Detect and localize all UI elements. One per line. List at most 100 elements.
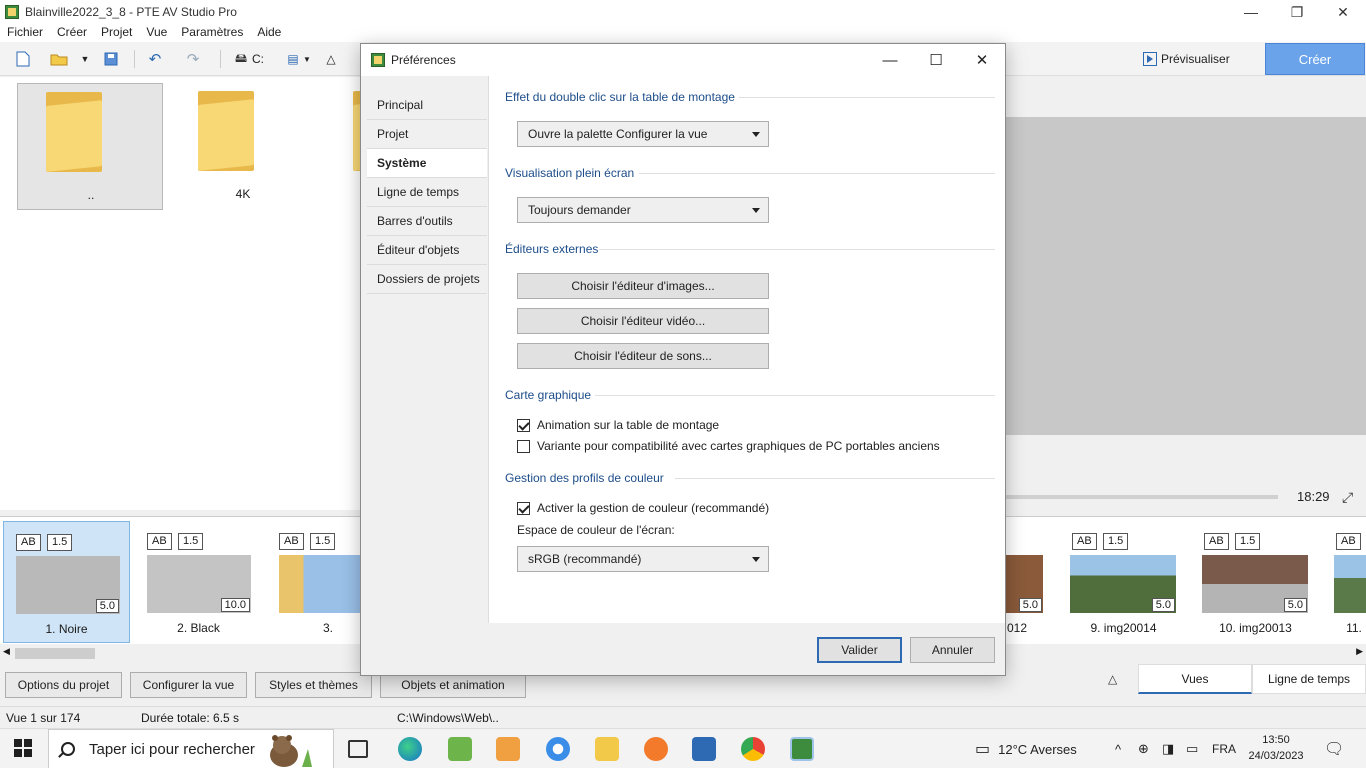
scroll-left-icon[interactable]: ◀: [3, 646, 10, 657]
maximize-button[interactable]: ❐: [1274, 0, 1320, 24]
new-file-icon[interactable]: [14, 50, 32, 68]
slide-item[interactable]: AB 1.5 5.0 1. Noire: [3, 521, 130, 643]
nav-ligne-de-temps[interactable]: Ligne de temps: [367, 178, 487, 207]
minimize-button[interactable]: —: [1228, 0, 1274, 24]
tray-chevron-icon[interactable]: ^: [1115, 729, 1121, 768]
transition-ab-badge[interactable]: AB: [1072, 533, 1097, 550]
animation-checkbox[interactable]: [517, 418, 530, 432]
choose-image-editor-button[interactable]: Choisir l'éditeur d'images...: [517, 273, 769, 299]
open-dropdown-icon[interactable]: ▼: [76, 50, 94, 68]
drive-icon[interactable]: 🖴: [232, 50, 250, 68]
mail-icon[interactable]: [692, 737, 716, 761]
tray-app-icon[interactable]: ◨: [1162, 729, 1174, 768]
animation-checkbox-row[interactable]: Animation sur la table de montage: [517, 418, 719, 432]
transition-duration-badge[interactable]: 1.5: [310, 533, 336, 550]
transition-ab-badge[interactable]: AB: [279, 533, 304, 550]
dialog-close-button[interactable]: ✕: [959, 44, 1005, 76]
folder-4k[interactable]: 4K: [170, 83, 316, 210]
fullscreen-select[interactable]: Toujours demander: [517, 197, 769, 223]
compat-checkbox[interactable]: [517, 439, 530, 453]
transition-duration-badge[interactable]: 1.5: [47, 534, 73, 551]
tab-timeline[interactable]: Ligne de temps: [1252, 664, 1366, 694]
search-highlight-icon: [262, 731, 318, 767]
task-view-icon[interactable]: [348, 740, 368, 758]
weather-widget[interactable]: ▭ 12°C Averses: [975, 729, 1077, 768]
scroll-right-icon[interactable]: ▶: [1356, 646, 1363, 657]
slide-item[interactable]: AB 1.5 5.0 9. img20014: [1060, 521, 1187, 643]
configure-view-button[interactable]: Configurer la vue: [130, 672, 247, 698]
folder-parent[interactable]: ..: [17, 83, 163, 210]
choose-sound-editor-button[interactable]: Choisir l'éditeur de sons...: [517, 343, 769, 369]
media-app-icon[interactable]: [496, 737, 520, 761]
project-options-button[interactable]: Options du projet: [5, 672, 122, 698]
cancel-button[interactable]: Annuler: [910, 637, 995, 663]
redo-icon[interactable]: ↷: [184, 50, 202, 68]
clock[interactable]: 13:50 24/03/2023: [1244, 732, 1308, 764]
transition-duration-badge[interactable]: 1.5: [1103, 533, 1129, 550]
view-mode-dropdown-icon[interactable]: ▼: [298, 50, 316, 68]
pte-app-icon[interactable]: [790, 737, 814, 761]
menu-projet[interactable]: Projet: [94, 24, 139, 42]
color-management-checkbox[interactable]: [517, 501, 530, 515]
scroll-thumb[interactable]: [15, 648, 95, 659]
nav-principal[interactable]: Principal: [367, 91, 487, 120]
color-management-checkbox-row[interactable]: Activer la gestion de couleur (recommand…: [517, 501, 769, 515]
create-button[interactable]: Créer: [1265, 43, 1365, 75]
undo-icon[interactable]: ↶: [146, 50, 164, 68]
nav-barres-outils[interactable]: Barres d'outils: [367, 207, 487, 236]
slide-item[interactable]: AB 1.5 5.0 10. img20013: [1192, 521, 1319, 643]
slide-thumbnail: [1334, 555, 1366, 613]
preview-button[interactable]: Prévisualiser: [1143, 48, 1230, 70]
edge-icon[interactable]: [398, 737, 422, 761]
nav-projet[interactable]: Projet: [367, 120, 487, 149]
network-globe-icon[interactable]: ⊕: [1138, 729, 1149, 768]
ok-button[interactable]: Valider: [817, 637, 902, 663]
menu-vue[interactable]: Vue: [139, 24, 174, 42]
dialog-maximize-button[interactable]: ☐: [913, 44, 959, 76]
color-space-select[interactable]: sRGB (recommandé): [517, 546, 769, 572]
choose-video-editor-button[interactable]: Choisir l'éditeur vidéo...: [517, 308, 769, 334]
collapse-icon[interactable]: △: [1108, 672, 1117, 686]
menu-fichier[interactable]: Fichier: [0, 24, 50, 42]
drive-label[interactable]: C:: [252, 52, 264, 66]
slide-thumbnail: 5.0: [16, 556, 120, 614]
preview-slider[interactable]: [1005, 495, 1278, 499]
nav-dossiers-projets[interactable]: Dossiers de projets: [367, 265, 487, 294]
transition-ab-badge[interactable]: AB: [1336, 533, 1361, 550]
nav-systeme[interactable]: Système: [367, 149, 487, 178]
app-icon-orange[interactable]: [644, 737, 668, 761]
slide-item[interactable]: 5.0 012: [1006, 521, 1056, 643]
slide-item[interactable]: AB 1.5 10.0 2. Black: [135, 521, 262, 643]
transition-duration-badge[interactable]: 1.5: [1235, 533, 1261, 550]
slide-thumbnail: 5.0: [1202, 555, 1308, 613]
menu-aide[interactable]: Aide: [250, 24, 288, 42]
tab-views[interactable]: Vues: [1138, 664, 1252, 694]
open-folder-icon[interactable]: [50, 50, 68, 68]
chrome-icon[interactable]: [741, 737, 765, 761]
double-click-select[interactable]: Ouvre la palette Configurer la vue: [517, 121, 769, 147]
display-icon[interactable]: ▭: [1186, 729, 1198, 768]
app-icon-green[interactable]: [448, 737, 472, 761]
browser-app-icon[interactable]: [546, 737, 570, 761]
fullscreen-icon[interactable]: ⤢: [1342, 489, 1353, 506]
nav-editeur-objets[interactable]: Éditeur d'objets: [367, 236, 487, 265]
transition-ab-badge[interactable]: AB: [16, 534, 41, 551]
save-icon[interactable]: [102, 50, 120, 68]
styles-themes-button[interactable]: Styles et thèmes: [255, 672, 372, 698]
transition-ab-badge[interactable]: AB: [147, 533, 172, 550]
menu-creer[interactable]: Créer: [50, 24, 94, 42]
up-folder-icon[interactable]: △: [322, 50, 340, 68]
compat-checkbox-row[interactable]: Variante pour compatibilité avec cartes …: [517, 439, 940, 453]
dialog-minimize-button[interactable]: —: [867, 44, 913, 76]
close-button[interactable]: ✕: [1320, 0, 1366, 24]
language-indicator[interactable]: FRA: [1212, 729, 1236, 768]
transition-duration-badge[interactable]: 1.5: [178, 533, 204, 550]
transition-ab-badge[interactable]: AB: [1204, 533, 1229, 550]
windows-start-icon[interactable]: [14, 739, 32, 757]
folder-partial[interactable]: [323, 83, 360, 210]
notifications-icon[interactable]: 🗨: [1324, 729, 1344, 768]
slide-duration: 5.0: [1283, 598, 1307, 612]
menu-parametres[interactable]: Paramètres: [174, 24, 250, 42]
slide-item[interactable]: AB 11.: [1324, 521, 1366, 643]
file-explorer-icon[interactable]: [595, 737, 619, 761]
